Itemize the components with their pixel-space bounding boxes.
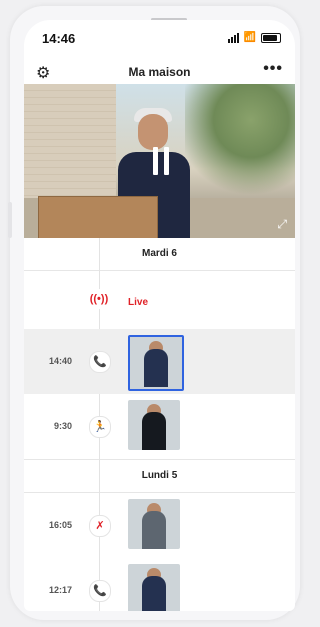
event-timeline: Mardi 6 ((•)) Live 14:40 📞 9:30 🏃 Lundi … <box>24 238 295 611</box>
event-time: 16:05 <box>48 520 72 530</box>
live-video-feed[interactable]: ⤢ <box>24 84 295 238</box>
video-package <box>38 196 158 238</box>
system-icons: 📶 <box>227 32 281 43</box>
expand-icon[interactable]: ⤢ <box>277 217 287 232</box>
live-broadcast-icon: ((•)) <box>89 289 109 309</box>
event-row[interactable]: 12:17 📞 <box>24 558 295 611</box>
phone-icon: 📞 <box>89 351 111 373</box>
live-label: Live <box>128 297 149 308</box>
app-screen: 14:46 📶 ⚙ Ma maison ••• ⤢ Mardi 6 ((•)) … <box>24 20 295 611</box>
event-row[interactable]: 16:05 ✗ <box>24 493 295 558</box>
event-row[interactable]: 14:40 📞 <box>24 329 295 394</box>
pause-icon[interactable] <box>153 147 169 175</box>
app-header: ⚙ Ma maison ••• <box>24 60 295 84</box>
battery-icon <box>261 32 281 43</box>
phone-icon: 📞 <box>89 580 111 602</box>
event-time: 9:30 <box>53 421 72 431</box>
side-button <box>8 202 12 238</box>
event-thumbnail[interactable] <box>128 335 184 391</box>
event-thumbnail[interactable] <box>128 499 180 549</box>
motion-icon: 🏃 <box>89 416 111 438</box>
signal-icon <box>227 32 239 43</box>
page-title: Ma maison <box>128 65 191 79</box>
more-icon[interactable]: ••• <box>263 60 283 78</box>
event-row[interactable]: 9:30 🏃 <box>24 394 295 459</box>
status-bar: 14:46 📶 <box>24 20 295 58</box>
event-thumbnail[interactable] <box>128 564 180 611</box>
status-time: 14:46 <box>42 31 76 46</box>
event-time: 12:17 <box>48 585 72 595</box>
missed-call-icon: ✗ <box>89 515 111 537</box>
video-tree <box>185 84 295 204</box>
event-time: 14:40 <box>48 356 72 366</box>
event-thumbnail[interactable] <box>128 400 180 450</box>
day-header: Lundi 5 <box>24 459 295 493</box>
day-header: Mardi 6 <box>24 238 295 271</box>
wifi-icon: 📶 <box>243 32 256 43</box>
live-row[interactable]: ((•)) Live <box>24 271 295 329</box>
